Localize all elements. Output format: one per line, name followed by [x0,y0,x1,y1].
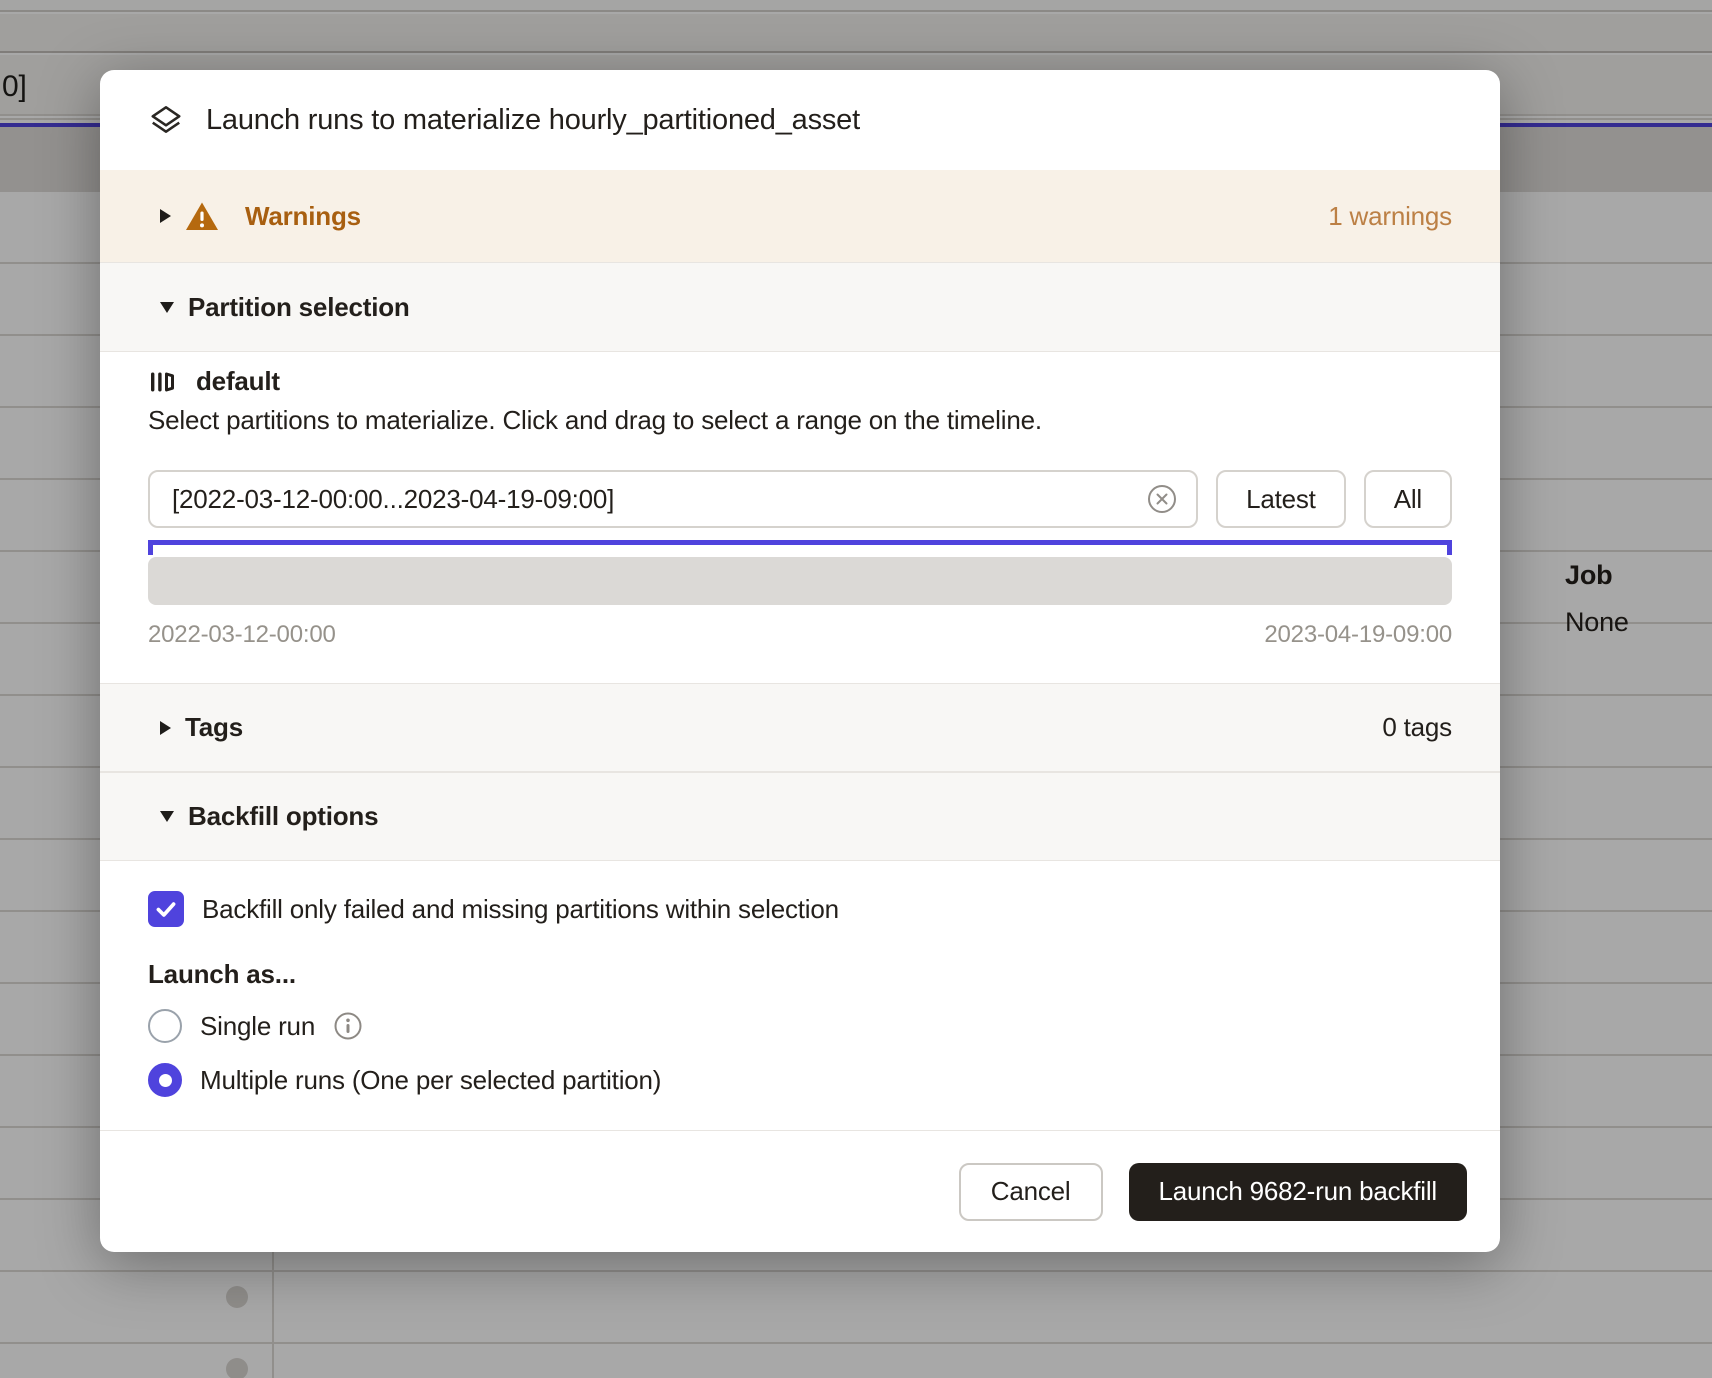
dimension-row: default [148,366,1452,397]
dialog-header: Launch runs to materialize hourly_partit… [100,70,1500,170]
backfill-only-failed-checkbox[interactable] [148,891,184,927]
backfill-options-body: Backfill only failed and missing partiti… [100,861,1500,1130]
clear-input-icon[interactable] [1146,483,1178,515]
single-run-option[interactable]: Single run [148,1008,1452,1044]
caret-right-icon [160,721,171,735]
multiple-runs-option[interactable]: Multiple runs (One per selected partitio… [148,1062,1452,1098]
dimension-name: default [196,366,280,397]
info-icon[interactable] [333,1011,363,1041]
caret-down-icon [160,811,174,822]
backfill-options-title: Backfill options [188,801,378,832]
partition-selection-section-header[interactable]: Partition selection [100,262,1500,352]
warnings-count: 1 warnings [1328,201,1452,232]
caret-down-icon [160,302,174,313]
backfill-only-failed-label: Backfill only failed and missing partiti… [202,894,839,925]
stacks-icon [148,102,184,138]
partition-range-value: [2022-03-12-00:00...2023-04-19-09:00] [172,484,1146,515]
cancel-button[interactable]: Cancel [959,1163,1103,1221]
backfill-only-failed-row[interactable]: Backfill only failed and missing partiti… [148,891,1452,927]
timeline-start-label: 2022-03-12-00:00 [148,621,336,649]
partition-range-input[interactable]: [2022-03-12-00:00...2023-04-19-09:00] [148,470,1198,528]
multiple-runs-label: Multiple runs (One per selected partitio… [200,1065,661,1096]
backfill-options-section-header[interactable]: Backfill options [100,772,1500,861]
tags-count: 0 tags [1382,712,1452,743]
warnings-label: Warnings [245,201,361,232]
partition-input-row: [2022-03-12-00:00...2023-04-19-09:00] La… [148,470,1452,528]
partition-timeline[interactable] [148,557,1452,605]
timeline-end-label: 2023-04-19-09:00 [1264,621,1452,649]
partition-selection-body: default Select partitions to materialize… [100,352,1500,683]
dialog-title: Launch runs to materialize hourly_partit… [206,104,860,137]
timeline-labels: 2022-03-12-00:00 2023-04-19-09:00 [148,621,1452,649]
tags-title: Tags [185,712,243,743]
single-run-radio[interactable] [148,1009,182,1043]
tags-section-header[interactable]: Tags 0 tags [100,683,1500,772]
single-run-label: Single run [200,1011,315,1042]
warning-icon [185,201,219,232]
latest-button[interactable]: Latest [1216,470,1346,528]
launch-backfill-dialog: Launch runs to materialize hourly_partit… [100,70,1500,1252]
all-button[interactable]: All [1364,470,1452,528]
launch-as-label: Launch as... [148,959,1452,990]
multiple-runs-radio[interactable] [148,1063,182,1097]
warnings-section-header[interactable]: Warnings 1 warnings [100,170,1500,262]
checkmark-icon [153,896,179,922]
partition-description: Select partitions to materialize. Click … [148,405,1452,436]
partition-icon [148,367,178,397]
launch-backfill-button[interactable]: Launch 9682-run backfill [1129,1163,1468,1221]
caret-right-icon [160,209,171,223]
partition-selection-title: Partition selection [188,292,410,323]
selection-range-bracket [148,540,1452,555]
dialog-footer: Cancel Launch 9682-run backfill [100,1130,1500,1252]
